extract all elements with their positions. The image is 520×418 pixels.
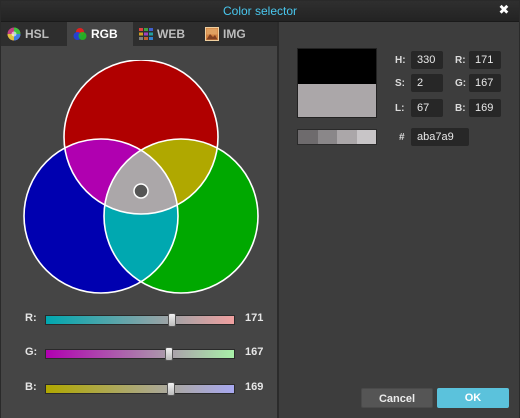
slider-r-value: 171 xyxy=(245,312,264,324)
slider-r-row: R: 171 xyxy=(1,312,277,328)
color-picker-cursor[interactable] xyxy=(133,183,149,199)
cancel-button[interactable]: Cancel xyxy=(361,388,433,408)
g-label: G: xyxy=(455,78,467,89)
tab-img-label: IMG xyxy=(223,27,246,41)
color-values-panel: H: 330 R: 171 S: 2 G: 167 L: 67 B: 169 #… xyxy=(279,22,519,418)
b-label: B: xyxy=(455,103,466,114)
current-color-swatch[interactable] xyxy=(297,84,377,118)
shade-swatch[interactable] xyxy=(337,130,357,144)
image-icon xyxy=(205,27,219,41)
hex-field[interactable]: aba7a9 xyxy=(411,128,469,146)
shade-strip xyxy=(297,129,377,145)
title-bar: Color selector ✖ xyxy=(1,1,519,22)
slider-r-handle[interactable] xyxy=(167,313,176,327)
slider-b-label: B: xyxy=(25,381,37,393)
rgb-venn-wheel[interactable] xyxy=(21,60,261,294)
r-label: R: xyxy=(455,55,466,66)
rgb-circles-icon xyxy=(73,28,87,40)
hex-label: # xyxy=(399,132,405,143)
slider-g-value: 167 xyxy=(245,346,264,358)
close-icon[interactable]: ✖ xyxy=(497,3,511,17)
tab-hsl[interactable]: HSL xyxy=(1,22,67,46)
tab-hsl-label: HSL xyxy=(25,27,49,41)
new-color-swatch xyxy=(297,48,377,84)
slider-b-track[interactable] xyxy=(45,382,235,396)
b-field[interactable]: 169 xyxy=(469,99,501,117)
hsl-wheel-icon xyxy=(7,27,21,41)
ok-button[interactable]: OK xyxy=(437,388,509,408)
h-label: H: xyxy=(395,55,406,66)
rgb-panel: R: 171 G: 167 B: 169 xyxy=(1,46,277,418)
s-label: S: xyxy=(395,78,405,89)
shade-swatch[interactable] xyxy=(298,130,318,144)
tab-rgb[interactable]: RGB xyxy=(67,22,133,46)
tab-web-label: WEB xyxy=(157,27,185,41)
h-field[interactable]: 330 xyxy=(411,51,443,69)
slider-b-handle[interactable] xyxy=(166,382,175,396)
slider-g-track[interactable] xyxy=(45,347,235,361)
r-field[interactable]: 171 xyxy=(469,51,501,69)
s-field[interactable]: 2 xyxy=(411,74,443,92)
web-palette-icon xyxy=(139,28,153,40)
tab-rgb-label: RGB xyxy=(91,27,118,41)
slider-b-row: B: 169 xyxy=(1,381,277,397)
shade-swatch[interactable] xyxy=(317,130,337,144)
slider-r-track[interactable] xyxy=(45,313,235,327)
slider-g-label: G: xyxy=(25,346,38,358)
slider-b-value: 169 xyxy=(245,381,264,393)
tab-bar: HSL RGB WEB IMG xyxy=(1,22,277,46)
slider-r-label: R: xyxy=(25,312,37,324)
l-label: L: xyxy=(395,103,405,114)
color-selector-window: Color selector ✖ HSL RGB WEB IMG R: 171 … xyxy=(0,0,520,418)
tab-img[interactable]: IMG xyxy=(199,22,265,46)
slider-g-handle[interactable] xyxy=(165,347,174,361)
window-title: Color selector xyxy=(222,4,298,18)
shade-swatch[interactable] xyxy=(356,130,376,144)
g-field[interactable]: 167 xyxy=(469,74,501,92)
slider-g-row: G: 167 xyxy=(1,346,277,362)
tab-web[interactable]: WEB xyxy=(133,22,199,46)
l-field[interactable]: 67 xyxy=(411,99,443,117)
